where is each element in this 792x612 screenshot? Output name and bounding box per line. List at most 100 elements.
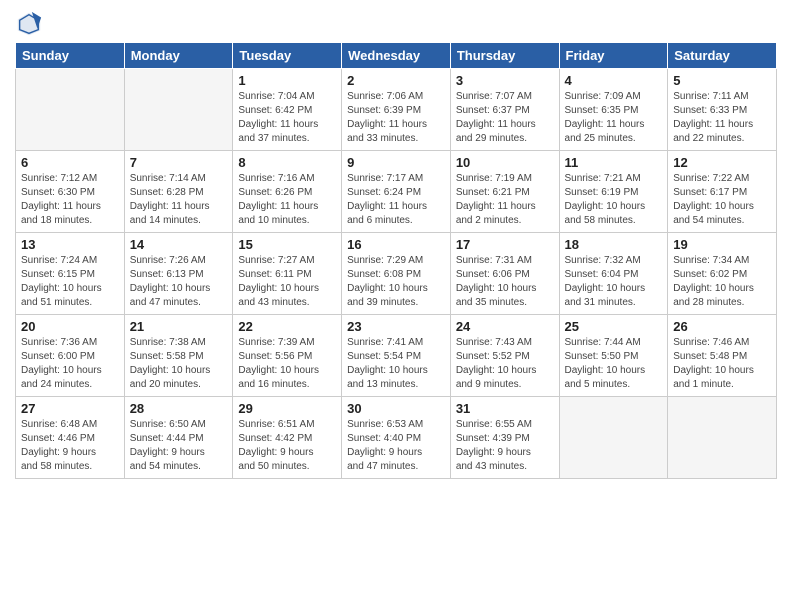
day-number: 24 (456, 319, 554, 334)
day-number: 2 (347, 73, 445, 88)
calendar-cell: 30 Sunrise: 6:53 AM Sunset: 4:40 PM Dayli… (342, 397, 451, 479)
day-info: Sunrise: 7:19 AM Sunset: 6:21 PM Dayligh… (456, 172, 554, 228)
day-number: 11 (565, 155, 663, 170)
day-number: 10 (456, 155, 554, 170)
calendar-cell: 12Sunrise: 7:22 AM Sunset: 6:17 PM Dayli… (668, 151, 777, 233)
day-number: 12 (673, 155, 771, 170)
calendar-cell: 6Sunrise: 7:12 AM Sunset: 6:30 PM Daylig… (16, 151, 125, 233)
day-header-thursday: Thursday (450, 43, 559, 69)
calendar-cell: 29 Sunrise: 6:51 AM Sunset: 4:42 PM Dayli… (233, 397, 342, 479)
calendar-cell: 18Sunrise: 7:32 AM Sunset: 6:04 PM Dayli… (559, 233, 668, 315)
calendar-cell: 28 Sunrise: 6:50 AM Sunset: 4:44 PM Dayli… (124, 397, 233, 479)
week-row-2: 13Sunrise: 7:24 AM Sunset: 6:15 PM Dayli… (16, 233, 777, 315)
day-info: Sunrise: 7:14 AM Sunset: 6:28 PM Dayligh… (130, 172, 228, 228)
day-info: Sunrise: 7:09 AM Sunset: 6:35 PM Dayligh… (565, 90, 663, 146)
day-header-monday: Monday (124, 43, 233, 69)
calendar-cell: 22 Sunrise: 7:39 AM Sunset: 5:56 PM Dayli… (233, 315, 342, 397)
calendar-cell: 13Sunrise: 7:24 AM Sunset: 6:15 PM Dayli… (16, 233, 125, 315)
calendar-cell: 3 Sunrise: 7:07 AM Sunset: 6:37 PM Daylig… (450, 69, 559, 151)
logo (15, 10, 47, 38)
day-info: Sunrise: 7:44 AM Sunset: 5:50 PM Dayligh… (565, 336, 663, 392)
calendar-cell (559, 397, 668, 479)
calendar-cell: 27 Sunrise: 6:48 AM Sunset: 4:46 PM Dayli… (16, 397, 125, 479)
day-info: Sunrise: 7:24 AM Sunset: 6:15 PM Dayligh… (21, 254, 119, 310)
day-number: 20 (21, 319, 119, 334)
day-number: 29 (238, 401, 336, 416)
day-number: 9 (347, 155, 445, 170)
day-info: Sunrise: 7:34 AM Sunset: 6:02 PM Dayligh… (673, 254, 771, 310)
page-header (15, 10, 777, 38)
day-number: 27 (21, 401, 119, 416)
day-header-saturday: Saturday (668, 43, 777, 69)
day-info: Sunrise: 7:17 AM Sunset: 6:24 PM Dayligh… (347, 172, 445, 228)
day-info: Sunrise: 6:48 AM Sunset: 4:46 PM Dayligh… (21, 418, 119, 474)
day-info: Sunrise: 7:29 AM Sunset: 6:08 PM Dayligh… (347, 254, 445, 310)
day-number: 22 (238, 319, 336, 334)
day-number: 26 (673, 319, 771, 334)
week-row-1: 6Sunrise: 7:12 AM Sunset: 6:30 PM Daylig… (16, 151, 777, 233)
calendar-cell: 1Sunrise: 7:04 AM Sunset: 6:42 PM Daylig… (233, 69, 342, 151)
day-info: Sunrise: 7:12 AM Sunset: 6:30 PM Dayligh… (21, 172, 119, 228)
day-info: Sunrise: 7:46 AM Sunset: 5:48 PM Dayligh… (673, 336, 771, 392)
calendar-cell: 25Sunrise: 7:44 AM Sunset: 5:50 PM Dayli… (559, 315, 668, 397)
calendar-cell: 10 Sunrise: 7:19 AM Sunset: 6:21 PM Dayli… (450, 151, 559, 233)
calendar-cell: 9 Sunrise: 7:17 AM Sunset: 6:24 PM Daylig… (342, 151, 451, 233)
calendar-cell: 15 Sunrise: 7:27 AM Sunset: 6:11 PM Dayli… (233, 233, 342, 315)
calendar-cell: 19 Sunrise: 7:34 AM Sunset: 6:02 PM Dayli… (668, 233, 777, 315)
day-number: 19 (673, 237, 771, 252)
calendar-cell: 5 Sunrise: 7:11 AM Sunset: 6:33 PM Daylig… (668, 69, 777, 151)
day-number: 14 (130, 237, 228, 252)
calendar-cell: 26 Sunrise: 7:46 AM Sunset: 5:48 PM Dayli… (668, 315, 777, 397)
day-info: Sunrise: 7:07 AM Sunset: 6:37 PM Dayligh… (456, 90, 554, 146)
day-header-tuesday: Tuesday (233, 43, 342, 69)
day-info: Sunrise: 7:11 AM Sunset: 6:33 PM Dayligh… (673, 90, 771, 146)
calendar-cell: 31Sunrise: 6:55 AM Sunset: 4:39 PM Dayli… (450, 397, 559, 479)
day-number: 3 (456, 73, 554, 88)
day-headers-row: SundayMondayTuesdayWednesdayThursdayFrid… (16, 43, 777, 69)
day-info: Sunrise: 7:39 AM Sunset: 5:56 PM Dayligh… (238, 336, 336, 392)
day-info: Sunrise: 7:31 AM Sunset: 6:06 PM Dayligh… (456, 254, 554, 310)
calendar-cell (124, 69, 233, 151)
day-info: Sunrise: 7:32 AM Sunset: 6:04 PM Dayligh… (565, 254, 663, 310)
day-info: Sunrise: 7:04 AM Sunset: 6:42 PM Dayligh… (238, 90, 336, 146)
day-header-friday: Friday (559, 43, 668, 69)
calendar-cell: 21Sunrise: 7:38 AM Sunset: 5:58 PM Dayli… (124, 315, 233, 397)
calendar-cell: 17 Sunrise: 7:31 AM Sunset: 6:06 PM Dayli… (450, 233, 559, 315)
day-info: Sunrise: 7:26 AM Sunset: 6:13 PM Dayligh… (130, 254, 228, 310)
day-number: 8 (238, 155, 336, 170)
calendar-cell: 16Sunrise: 7:29 AM Sunset: 6:08 PM Dayli… (342, 233, 451, 315)
day-info: Sunrise: 7:43 AM Sunset: 5:52 PM Dayligh… (456, 336, 554, 392)
day-number: 17 (456, 237, 554, 252)
day-header-sunday: Sunday (16, 43, 125, 69)
week-row-0: 1Sunrise: 7:04 AM Sunset: 6:42 PM Daylig… (16, 69, 777, 151)
day-number: 7 (130, 155, 228, 170)
calendar-cell: 8 Sunrise: 7:16 AM Sunset: 6:26 PM Daylig… (233, 151, 342, 233)
day-number: 23 (347, 319, 445, 334)
calendar-cell (16, 69, 125, 151)
logo-icon (15, 10, 43, 38)
day-info: Sunrise: 6:50 AM Sunset: 4:44 PM Dayligh… (130, 418, 228, 474)
calendar-cell: 24 Sunrise: 7:43 AM Sunset: 5:52 PM Dayli… (450, 315, 559, 397)
day-number: 30 (347, 401, 445, 416)
day-number: 28 (130, 401, 228, 416)
day-info: Sunrise: 7:16 AM Sunset: 6:26 PM Dayligh… (238, 172, 336, 228)
day-number: 5 (673, 73, 771, 88)
day-info: Sunrise: 7:27 AM Sunset: 6:11 PM Dayligh… (238, 254, 336, 310)
day-number: 31 (456, 401, 554, 416)
calendar-cell: 11 Sunrise: 7:21 AM Sunset: 6:19 PM Dayli… (559, 151, 668, 233)
calendar-cell: 23Sunrise: 7:41 AM Sunset: 5:54 PM Dayli… (342, 315, 451, 397)
day-info: Sunrise: 6:53 AM Sunset: 4:40 PM Dayligh… (347, 418, 445, 474)
day-number: 4 (565, 73, 663, 88)
day-header-wednesday: Wednesday (342, 43, 451, 69)
day-info: Sunrise: 7:21 AM Sunset: 6:19 PM Dayligh… (565, 172, 663, 228)
day-number: 15 (238, 237, 336, 252)
day-info: Sunrise: 7:38 AM Sunset: 5:58 PM Dayligh… (130, 336, 228, 392)
calendar-cell: 20 Sunrise: 7:36 AM Sunset: 6:00 PM Dayli… (16, 315, 125, 397)
day-info: Sunrise: 7:36 AM Sunset: 6:00 PM Dayligh… (21, 336, 119, 392)
calendar-cell: 4 Sunrise: 7:09 AM Sunset: 6:35 PM Daylig… (559, 69, 668, 151)
calendar-cell: 2 Sunrise: 7:06 AM Sunset: 6:39 PM Daylig… (342, 69, 451, 151)
week-row-4: 27 Sunrise: 6:48 AM Sunset: 4:46 PM Dayli… (16, 397, 777, 479)
day-info: Sunrise: 6:51 AM Sunset: 4:42 PM Dayligh… (238, 418, 336, 474)
day-info: Sunrise: 7:06 AM Sunset: 6:39 PM Dayligh… (347, 90, 445, 146)
calendar-table: SundayMondayTuesdayWednesdayThursdayFrid… (15, 42, 777, 479)
